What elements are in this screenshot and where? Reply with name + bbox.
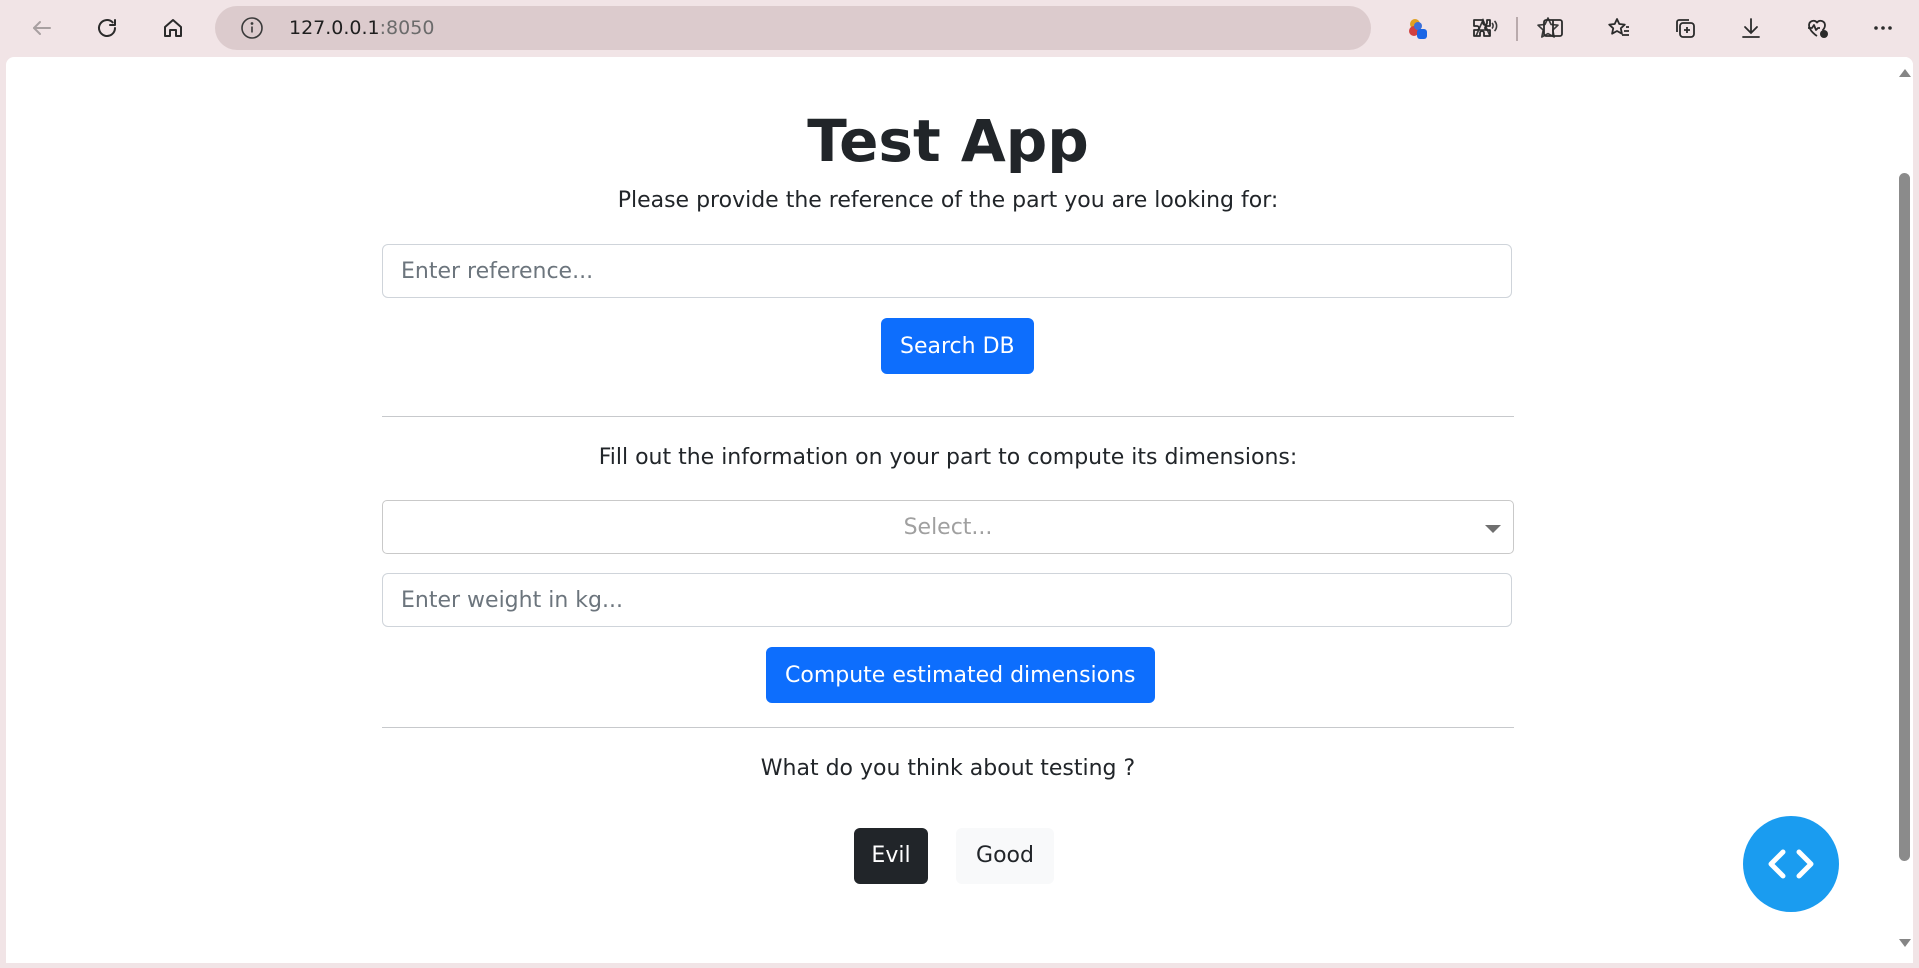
- browser-essentials-icon[interactable]: [1797, 10, 1837, 46]
- home-icon[interactable]: [153, 10, 193, 46]
- vertical-scrollbar[interactable]: [1895, 57, 1913, 963]
- back-icon[interactable]: [22, 10, 62, 46]
- dev-tools-button[interactable]: [1743, 816, 1839, 912]
- extensions-icon[interactable]: [1462, 10, 1502, 46]
- favorites-icon[interactable]: [1599, 10, 1639, 46]
- search-db-button[interactable]: Search DB: [881, 318, 1034, 374]
- scrollbar-thumb[interactable]: [1899, 173, 1910, 861]
- search-prompt: Please provide the reference of the part…: [617, 188, 1279, 213]
- address-bar[interactable]: 127.0.0.1:8050: [215, 6, 1559, 50]
- browser-toolbar: 127.0.0.1:8050: [0, 0, 1919, 56]
- compute-dimensions-button[interactable]: Compute estimated dimensions: [766, 647, 1155, 703]
- option-good[interactable]: Good: [956, 828, 1054, 884]
- downloads-icon[interactable]: [1731, 10, 1771, 46]
- testing-question: What do you think about testing ?: [760, 756, 1136, 781]
- option-evil[interactable]: Evil: [854, 828, 928, 884]
- chevron-down-icon[interactable]: [1485, 525, 1501, 533]
- url-host: 127.0.0.1: [289, 17, 380, 39]
- code-icon: [1768, 849, 1814, 879]
- reference-input[interactable]: [382, 244, 1512, 298]
- weight-input[interactable]: [382, 573, 1512, 627]
- split-screen-icon[interactable]: [1533, 10, 1573, 46]
- divider: [382, 727, 1514, 728]
- more-icon[interactable]: [1863, 10, 1903, 46]
- collections-icon[interactable]: [1665, 10, 1705, 46]
- url-text[interactable]: 127.0.0.1:8050: [289, 16, 434, 40]
- toolbar-divider: [1516, 17, 1518, 41]
- scroll-down-arrow-icon[interactable]: [1899, 939, 1911, 947]
- refresh-icon[interactable]: [87, 10, 127, 46]
- info-icon[interactable]: [240, 16, 264, 40]
- divider: [382, 416, 1514, 417]
- testing-opinion-radio-group: Evil Good: [382, 828, 1514, 884]
- dimensions-prompt: Fill out the information on your part to…: [598, 445, 1298, 470]
- profile-icon[interactable]: [1398, 10, 1438, 46]
- select-placeholder: Select...: [903, 515, 993, 540]
- part-type-select[interactable]: Select...: [382, 500, 1514, 554]
- scroll-up-arrow-icon[interactable]: [1899, 69, 1911, 77]
- page-viewport: Test App Please provide the reference of…: [6, 57, 1913, 963]
- url-port: :8050: [379, 17, 435, 39]
- page-title: Test App: [807, 107, 1089, 175]
